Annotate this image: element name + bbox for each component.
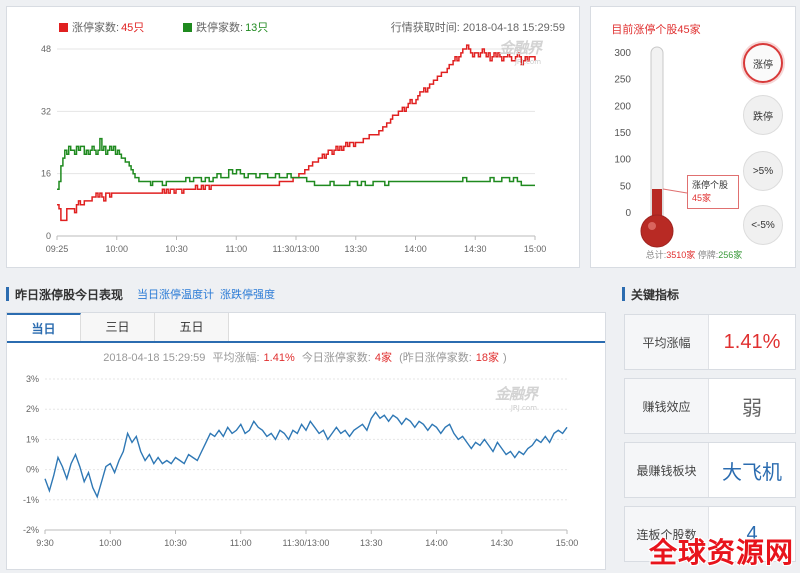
- x-tick-label: 10:00: [105, 244, 128, 254]
- x-tick-label: 14:00: [404, 244, 427, 254]
- limit-count-chart-panel: 涨停家数: 45只 跌停家数: 13只 行情获取时间: 2018-04-18 1…: [6, 6, 580, 268]
- y-tick-label: -1%: [23, 495, 39, 505]
- loss-over-5-filter-button[interactable]: <-5%: [743, 205, 783, 245]
- bottom-watermark-text: 金融界: [495, 385, 538, 403]
- chart-watermark-sub: JRJ.com: [514, 58, 542, 66]
- y-tick-label: 16: [41, 169, 51, 179]
- metric-value: 大飞机: [722, 461, 782, 484]
- x-tick-label: 11:30/13:00: [283, 538, 330, 548]
- bottom-section-header: 昨日涨停股今日表现 当日涨停温度计 涨跌停强度: [6, 284, 611, 304]
- series-line-1: [57, 137, 535, 191]
- y-tick-label: 1%: [26, 434, 39, 444]
- x-tick-label: 11:00: [230, 538, 252, 548]
- total-value: 3510家: [666, 250, 696, 260]
- header-accent-bar: [6, 287, 9, 301]
- thermometer-bulb-shine: [648, 222, 656, 230]
- suspended-label: 停牌:: [697, 250, 719, 260]
- x-tick-label: 14:30: [490, 538, 513, 548]
- y-tick-label: 0%: [26, 465, 39, 475]
- gain-over-5-filter-button[interactable]: >5%: [743, 151, 783, 191]
- x-tick-label: 14:30: [464, 244, 487, 254]
- bottom-watermark-sub: JRJ.com: [510, 404, 538, 412]
- x-tick-label: 10:00: [99, 538, 122, 548]
- performance-line-chart: -2% -1% 0% 1% 2% 3% 9:30 10:00 10:30 11:00 11:30/1…: [23, 374, 579, 548]
- x-tick-label: 13:30: [344, 244, 367, 254]
- metric-label: 赚钱效应: [625, 379, 709, 433]
- x-tick-label: 10:30: [164, 538, 187, 548]
- metric-avg-gain: 平均涨幅 1.41%: [624, 314, 796, 370]
- y-tick-label: 48: [41, 44, 51, 54]
- thermometer-scale-label: 250: [614, 75, 631, 86]
- thermometer-tooltip: 涨停个股 45家: [687, 175, 739, 209]
- x-tick-label: 15:00: [556, 538, 579, 548]
- x-tick-label: 09:25: [46, 244, 69, 254]
- y-tick-label: -2%: [23, 525, 39, 535]
- y-tick-label: 32: [41, 106, 51, 116]
- thermometer-totals: 总计:3510家 停牌:256家: [591, 248, 797, 261]
- tooltip-label: 涨停个股: [692, 180, 729, 190]
- metric-profit-effect: 赚钱效应 弱: [624, 378, 796, 434]
- x-tick-label: 9:30: [36, 538, 54, 548]
- thermometer-scale-label: 50: [620, 181, 632, 192]
- metric-value: 弱: [742, 397, 762, 420]
- metric-label: 最赚钱板块: [625, 443, 709, 497]
- limit-strength-link[interactable]: 涨跌停强度: [220, 286, 275, 302]
- suspended-value: 256家: [718, 250, 743, 260]
- y-tick-label: 2%: [26, 404, 39, 414]
- thermometer-scale-label: 150: [614, 128, 631, 139]
- metric-value: 1.41%: [723, 330, 781, 353]
- site-watermark: 全球资源网: [648, 536, 794, 569]
- section-title: 昨日涨停股今日表现: [15, 287, 124, 302]
- chart-watermark: 金融界 JRJ.com: [499, 37, 542, 66]
- x-tick-label: 11:00: [225, 244, 247, 254]
- limit-up-filter-button[interactable]: 涨停: [743, 43, 783, 83]
- total-label: 总计:: [645, 250, 667, 260]
- series-line-0: [57, 44, 536, 222]
- tooltip-value: 45家: [692, 193, 712, 203]
- limit-down-filter-button[interactable]: 跌停: [743, 95, 783, 135]
- thermometer-link[interactable]: 当日涨停温度计: [137, 286, 214, 302]
- bottom-chart-watermark: 金融界 JRJ.com: [495, 383, 538, 412]
- thermometer-panel: 目前涨停个股45家 300 250 200 150 100 50 0 涨停 跌停 >5% <…: [590, 6, 796, 268]
- thermometer-scale-label: 100: [614, 155, 631, 166]
- x-tick-label: 14:00: [425, 538, 448, 548]
- yesterday-limit-performance-panel: 当日 三日 五日 2018-04-18 15:29:59 平均涨幅: 1.41% …: [6, 312, 606, 570]
- key-header-accent-bar: [622, 287, 625, 301]
- thermometer-scale-label: 0: [625, 208, 631, 219]
- y-tick-label: 0: [46, 231, 51, 241]
- chart-watermark-text: 金融界: [499, 39, 542, 57]
- x-tick-label: 11:30/13:00: [273, 244, 320, 254]
- metric-best-sector: 最赚钱板块 大飞机: [624, 442, 796, 498]
- x-tick-label: 10:30: [165, 244, 188, 254]
- tooltip-pointer: [662, 188, 688, 194]
- y-tick-label: 3%: [26, 374, 39, 384]
- limit-count-line-chart: 0 16 32 48 09:25 10:00 10:30 11:00 11:30/13:00 13…: [41, 44, 547, 254]
- x-tick-label: 13:30: [360, 538, 383, 548]
- thermometer-scale-label: 300: [614, 48, 631, 59]
- metric-label: 平均涨幅: [625, 315, 709, 369]
- series-line-0: [44, 410, 568, 499]
- key-metrics-header: 关键指标: [622, 284, 796, 304]
- key-metrics-title: 关键指标: [631, 287, 680, 302]
- thermometer-bulb: [640, 214, 674, 248]
- x-tick-label: 15:00: [524, 244, 547, 254]
- thermometer-scale-label: 200: [614, 101, 631, 112]
